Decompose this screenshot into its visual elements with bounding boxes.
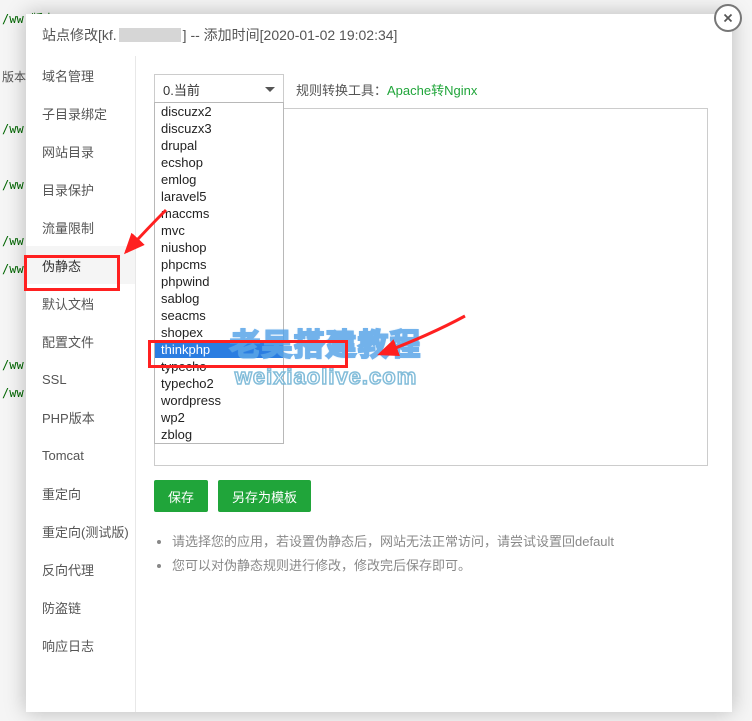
sidebar-item-php[interactable]: PHP版本 <box>26 398 135 436</box>
dd-option[interactable]: typecho <box>155 358 283 375</box>
sidebar-item-traffic[interactable]: 流量限制 <box>26 208 135 246</box>
redacted-block <box>119 28 181 42</box>
dd-option[interactable]: drupal <box>155 137 283 154</box>
save-as-template-button[interactable]: 另存为模板 <box>218 480 311 512</box>
sidebar-item-hotlink[interactable]: 防盗链 <box>26 588 135 626</box>
dd-option[interactable]: phpcms <box>155 256 283 273</box>
dd-option[interactable]: phpwind <box>155 273 283 290</box>
sidebar-item-dirprotect[interactable]: 目录保护 <box>26 170 135 208</box>
select-value: 0.当前 <box>163 80 200 99</box>
sidebar-item-label: 配置文件 <box>42 332 94 351</box>
dd-option[interactable]: laravel5 <box>155 188 283 205</box>
bg-text: /ww <box>2 386 24 400</box>
dd-option[interactable]: emlog <box>155 171 283 188</box>
sidebar-item-redirect-beta[interactable]: 重定向(测试版) <box>26 512 135 550</box>
sidebar-item-label: 目录保护 <box>42 180 94 199</box>
sidebar-item-log[interactable]: 响应日志 <box>26 626 135 664</box>
sidebar-item-redirect[interactable]: 重定向 <box>26 474 135 512</box>
tip-line: 您可以对伪静态规则进行修改，修改完后保存即可。 <box>172 554 708 578</box>
dd-option-thinkphp[interactable]: thinkphp <box>155 341 283 358</box>
dd-option[interactable]: seacms <box>155 307 283 324</box>
dd-option[interactable]: niushop <box>155 239 283 256</box>
sidebar-item-tomcat[interactable]: Tomcat <box>26 436 135 474</box>
close-button[interactable] <box>714 4 742 32</box>
main-panel: 0.当前 规则转换工具：Apache转Nginx discuzx2 discuz… <box>136 56 732 712</box>
sidebar-item-label: 反向代理 <box>42 560 94 579</box>
dd-option[interactable]: wp2 <box>155 409 283 426</box>
sidebar-item-subdir[interactable]: 子目录绑定 <box>26 94 135 132</box>
dd-option[interactable]: typecho2 <box>155 375 283 392</box>
sidebar-item-label: 网站目录 <box>42 142 94 161</box>
sidebar-item-label: 伪静态 <box>42 256 81 275</box>
apache-to-nginx-link[interactable]: Apache转Nginx <box>387 83 477 98</box>
rewrite-template-select[interactable]: 0.当前 <box>154 74 284 104</box>
template-dropdown[interactable]: discuzx2 discuzx3 drupal ecshop emlog la… <box>154 102 284 444</box>
bg-text: /ww <box>2 122 24 136</box>
sidebar-item-label: Tomcat <box>42 448 84 463</box>
sidebar-item-rewrite[interactable]: 伪静态 <box>26 246 135 284</box>
dd-option[interactable]: ecshop <box>155 154 283 171</box>
bg-text: /ww <box>2 262 24 276</box>
sidebar-item-label: 域名管理 <box>42 66 94 85</box>
bg-text: /ww <box>2 234 24 248</box>
title-suffix: ] -- 添加时间[2020-01-02 19:02:34] <box>183 25 398 45</box>
sidebar-item-label: 流量限制 <box>42 218 94 237</box>
convert-label: 规则转换工具：Apache转Nginx <box>296 80 477 99</box>
dd-option[interactable]: sablog <box>155 290 283 307</box>
sidebar-item-label: 防盗链 <box>42 598 81 617</box>
sidebar-item-label: PHP版本 <box>42 408 95 427</box>
sidebar-item-label: 重定向(测试版) <box>42 522 129 541</box>
dd-option[interactable]: shopex <box>155 324 283 341</box>
dd-option[interactable]: discuzx2 <box>155 103 283 120</box>
title-prefix: 站点修改[kf. <box>42 25 117 45</box>
sidebar-item-label: 子目录绑定 <box>42 104 107 123</box>
sidebar-item-config[interactable]: 配置文件 <box>26 322 135 360</box>
dd-option[interactable]: wordpress <box>155 392 283 409</box>
dd-option[interactable]: discuzx3 <box>155 120 283 137</box>
sidebar-item-ssl[interactable]: SSL <box>26 360 135 398</box>
modal-title: 站点修改[kf. ] -- 添加时间[2020-01-02 19:02:34] <box>26 14 732 56</box>
sidebar: 域名管理 子目录绑定 网站目录 目录保护 流量限制 伪静态 默认文档 配置文件 … <box>26 56 136 712</box>
sidebar-item-label: SSL <box>42 372 67 387</box>
close-icon <box>721 11 735 25</box>
bg-text: /ww <box>2 358 24 372</box>
sidebar-item-sitedir[interactable]: 网站目录 <box>26 132 135 170</box>
dd-option[interactable]: mvc <box>155 222 283 239</box>
site-edit-modal: 站点修改[kf. ] -- 添加时间[2020-01-02 19:02:34] … <box>26 14 732 712</box>
sidebar-item-label: 响应日志 <box>42 636 94 655</box>
chevron-down-icon <box>265 87 275 92</box>
sidebar-item-proxy[interactable]: 反向代理 <box>26 550 135 588</box>
sidebar-item-label: 重定向 <box>42 484 81 503</box>
tip-line: 请选择您的应用，若设置伪静态后，网站无法正常访问，请尝试设置回default <box>172 530 708 554</box>
bg-text: 版本 <box>2 68 26 85</box>
sidebar-item-default-doc[interactable]: 默认文档 <box>26 284 135 322</box>
sidebar-item-domain[interactable]: 域名管理 <box>26 56 135 94</box>
dd-option[interactable]: maccms <box>155 205 283 222</box>
sidebar-item-label: 默认文档 <box>42 294 94 313</box>
dd-option[interactable]: zblog <box>155 426 283 443</box>
save-button[interactable]: 保存 <box>154 480 208 512</box>
bg-text: /ww <box>2 178 24 192</box>
tips-list: 请选择您的应用，若设置伪静态后，网站无法正常访问，请尝试设置回default 您… <box>154 530 708 578</box>
